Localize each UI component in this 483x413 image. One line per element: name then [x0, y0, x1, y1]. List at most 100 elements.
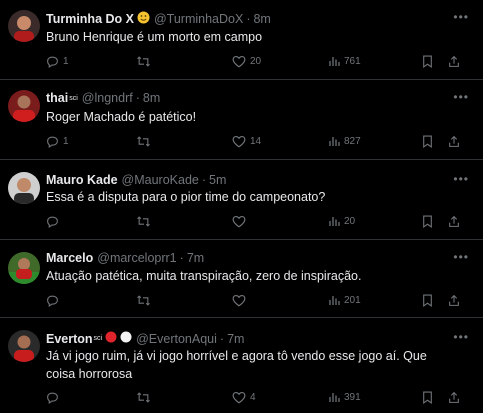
- retweet-icon: [137, 136, 150, 147]
- avatar[interactable]: [8, 90, 40, 122]
- display-name[interactable]: Marcelo: [46, 251, 93, 265]
- retweet-button[interactable]: [136, 391, 155, 404]
- reply-button[interactable]: [46, 215, 63, 228]
- bookmark-button[interactable]: [422, 55, 433, 68]
- tweet-text: Bruno Henrique é um morto em campo: [46, 30, 263, 44]
- more-icon[interactable]: •••: [453, 90, 469, 104]
- bookmark-button[interactable]: [422, 391, 433, 404]
- avatar[interactable]: [8, 252, 40, 284]
- views-button[interactable]: 201: [328, 294, 361, 306]
- view-count: 201: [344, 294, 361, 306]
- timestamp[interactable]: 7m: [227, 332, 244, 346]
- views-button[interactable]: 391: [328, 391, 361, 403]
- like-button[interactable]: 14: [232, 135, 261, 148]
- like-icon: [232, 215, 246, 228]
- separator-dot: ·: [135, 91, 140, 105]
- more-icon[interactable]: •••: [453, 250, 469, 264]
- tweet[interactable]: Everton sci @EvertonAqui · 7m ••• Já vi …: [0, 318, 483, 413]
- views-button[interactable]: 20: [328, 215, 355, 227]
- timestamp[interactable]: 8m: [253, 12, 270, 26]
- avatar[interactable]: [8, 330, 40, 362]
- display-name[interactable]: Turminha Do X: [46, 12, 134, 26]
- tweet-header: Everton sci @EvertonAqui · 7m: [46, 331, 244, 346]
- reply-button[interactable]: [46, 391, 63, 404]
- reply-icon: [47, 392, 58, 404]
- retweet-button[interactable]: [136, 215, 155, 228]
- tweet-feed: Turminha Do X @TurminhaDoX · 8m ••• Brun…: [0, 0, 483, 413]
- reply-icon: [47, 136, 58, 148]
- like-icon: [232, 294, 246, 307]
- retweet-button[interactable]: [136, 135, 155, 148]
- handle[interactable]: @TurminhaDoX: [154, 12, 243, 26]
- name-badge: sci: [69, 94, 78, 102]
- separator-dot: ·: [246, 12, 251, 26]
- share-button[interactable]: [448, 215, 460, 228]
- views-icon: [329, 296, 340, 305]
- timestamp[interactable]: 8m: [143, 91, 160, 105]
- display-name[interactable]: Mauro Kade: [46, 173, 118, 187]
- timestamp[interactable]: 5m: [209, 173, 226, 187]
- tweet-text: Roger Machado é patético!: [46, 110, 197, 124]
- bookmark-button[interactable]: [422, 215, 433, 228]
- display-name[interactable]: Everton: [46, 332, 93, 346]
- more-icon[interactable]: •••: [453, 172, 469, 186]
- like-count: 14: [250, 136, 262, 147]
- views-icon: [329, 393, 340, 402]
- more-icon[interactable]: •••: [453, 330, 469, 344]
- reply-button[interactable]: 1: [46, 135, 69, 148]
- like-count: 4: [250, 392, 256, 403]
- share-icon: [449, 215, 459, 227]
- like-button[interactable]: [232, 215, 250, 228]
- bookmark-icon: [423, 294, 432, 307]
- display-name[interactable]: thai: [46, 91, 68, 105]
- bookmark-button[interactable]: [422, 135, 433, 148]
- retweet-icon: [137, 216, 150, 227]
- tweet-actions: 1 14 827: [46, 135, 466, 151]
- views-button[interactable]: 761: [328, 55, 361, 67]
- retweet-button[interactable]: [136, 55, 155, 68]
- tweet[interactable]: thai sci @lngndrf · 8m ••• Roger Machado…: [0, 80, 483, 160]
- retweet-button[interactable]: [136, 294, 155, 307]
- share-icon: [449, 135, 459, 147]
- avatar[interactable]: [8, 10, 40, 42]
- share-button[interactable]: [448, 55, 460, 68]
- handle[interactable]: @lngndrf: [82, 91, 133, 105]
- like-button[interactable]: [232, 294, 250, 307]
- tweet-actions: 201: [46, 294, 466, 310]
- timestamp[interactable]: 7m: [187, 251, 204, 265]
- reply-count: 1: [63, 56, 69, 67]
- bookmark-icon: [423, 215, 432, 228]
- share-button[interactable]: [448, 294, 460, 307]
- reply-button[interactable]: 1: [46, 55, 69, 68]
- tweet-text: Já vi jogo ruim, já vi jogo horrível e a…: [46, 349, 427, 381]
- share-button[interactable]: [448, 391, 460, 404]
- bookmark-icon: [423, 391, 432, 404]
- separator-dot: ·: [219, 331, 225, 346]
- tweet[interactable]: Turminha Do X @TurminhaDoX · 8m ••• Brun…: [0, 0, 483, 80]
- bookmark-icon: [423, 135, 432, 148]
- handle[interactable]: @MauroKade: [122, 173, 199, 187]
- like-icon: [232, 391, 246, 404]
- share-icon: [449, 55, 459, 67]
- like-count: 20: [250, 56, 262, 67]
- like-button[interactable]: 20: [232, 55, 261, 68]
- tweet[interactable]: Marcelo @marceloprr1 · 7m ••• Atuação pa…: [0, 240, 483, 318]
- tweet-actions: 4 391: [46, 391, 466, 407]
- smile-emoji-icon: [137, 11, 150, 27]
- views-button[interactable]: 827: [328, 135, 361, 147]
- separator-dot: ·: [179, 251, 184, 265]
- reply-button[interactable]: [46, 294, 63, 307]
- tweet[interactable]: Mauro Kade @MauroKade · 5m ••• Essa é a …: [0, 160, 483, 240]
- tweet-actions: 1 20 761: [46, 55, 466, 71]
- like-button[interactable]: 4: [232, 391, 256, 404]
- bookmark-button[interactable]: [422, 294, 433, 307]
- handle[interactable]: @EvertonAqui: [136, 332, 217, 346]
- reply-icon: [47, 295, 58, 307]
- view-count: 391: [344, 391, 361, 403]
- share-icon: [449, 294, 459, 306]
- more-icon[interactable]: •••: [453, 10, 469, 24]
- handle[interactable]: @marceloprr1: [97, 251, 176, 265]
- avatar[interactable]: [8, 172, 40, 204]
- share-button[interactable]: [448, 135, 460, 148]
- retweet-icon: [137, 392, 150, 403]
